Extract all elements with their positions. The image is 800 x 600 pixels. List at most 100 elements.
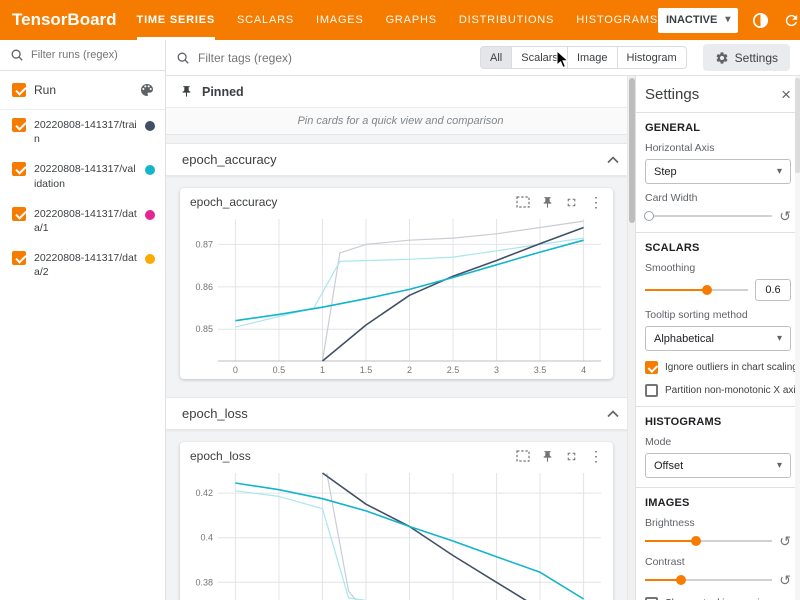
app-logo[interactable]: TensorBoard xyxy=(12,10,117,30)
runs-sidebar: Run 20220808-141317/train 20220808-14131… xyxy=(0,40,166,600)
collapse-section-icon[interactable] xyxy=(607,156,619,164)
run-checkbox[interactable] xyxy=(12,162,26,176)
card-width-label: Card Width xyxy=(645,192,791,204)
search-icon xyxy=(176,51,190,65)
scalar-card-epoch-accuracy: epoch_accuracy ⋮ 00.511.522.533.540.850.… xyxy=(180,188,613,379)
run-color-dot[interactable] xyxy=(145,254,155,264)
svg-text:2.5: 2.5 xyxy=(447,365,460,375)
filter-image-button[interactable]: Image xyxy=(567,46,618,69)
scrollbar[interactable] xyxy=(627,76,635,600)
select-all-runs-checkbox[interactable] xyxy=(12,83,26,97)
scrollbar[interactable] xyxy=(795,76,800,600)
horizontal-axis-select[interactable]: Step ▾ xyxy=(645,159,791,184)
ignore-outliers-checkbox[interactable] xyxy=(645,361,658,374)
status-dropdown[interactable]: INACTIVE ▾ xyxy=(658,8,738,33)
tab-time-series[interactable]: TIME SERIES xyxy=(137,0,215,40)
divider xyxy=(636,487,800,488)
svg-text:0.87: 0.87 xyxy=(195,239,213,249)
search-icon xyxy=(10,48,24,62)
fit-to-data-icon[interactable] xyxy=(516,196,530,208)
filter-scalars-button[interactable]: Scalars xyxy=(511,46,568,69)
run-checkbox[interactable] xyxy=(12,118,26,132)
pinned-section-header: Pinned xyxy=(166,76,635,108)
fullscreen-icon[interactable] xyxy=(565,196,578,209)
run-color-dot[interactable] xyxy=(145,165,155,175)
settings-button[interactable]: Settings xyxy=(703,44,790,71)
tooltip-sorting-label: Tooltip sorting method xyxy=(645,309,791,321)
run-checkbox[interactable] xyxy=(12,251,26,265)
epoch-loss-chart[interactable]: 00.511.522.533.540.360.380.40.42 xyxy=(182,465,611,600)
runs-column-header: Run xyxy=(34,83,131,97)
section-title: epoch_accuracy xyxy=(182,152,277,167)
run-row[interactable]: 20220808-141317/validation xyxy=(0,154,165,198)
run-checkbox[interactable] xyxy=(12,207,26,221)
scalar-card-epoch-loss: epoch_loss ⋮ 00.511.522.533.540.360.380.… xyxy=(180,442,613,600)
run-row[interactable]: 20220808-141317/data/1 xyxy=(0,199,165,243)
run-color-dot[interactable] xyxy=(145,121,155,131)
section-header-epoch-loss[interactable]: epoch_loss xyxy=(166,397,635,430)
run-label: 20220808-141317/validation xyxy=(34,162,137,190)
palette-icon[interactable] xyxy=(139,82,155,98)
card-header: epoch_accuracy ⋮ xyxy=(180,188,613,211)
histogram-mode-select[interactable]: Offset ▾ xyxy=(645,453,791,478)
pin-card-icon[interactable] xyxy=(541,450,554,463)
run-color-dot[interactable] xyxy=(145,210,155,220)
scrollbar-thumb[interactable] xyxy=(795,78,800,173)
card-title: epoch_loss xyxy=(190,449,508,463)
tag-type-filter-group: All Scalars Image Histogram xyxy=(480,46,687,69)
more-options-icon[interactable]: ⋮ xyxy=(589,195,603,209)
svg-text:3: 3 xyxy=(494,365,499,375)
partition-x-axis-checkbox[interactable] xyxy=(645,384,658,397)
status-value: INACTIVE xyxy=(666,14,717,26)
smoothing-slider[interactable] xyxy=(645,283,748,297)
filter-all-button[interactable]: All xyxy=(480,46,512,69)
filter-tags-input[interactable] xyxy=(198,51,408,65)
app-header: TensorBoard TIME SERIES SCALARS IMAGES G… xyxy=(0,0,800,40)
filter-histogram-button[interactable]: Histogram xyxy=(617,46,687,69)
svg-text:4: 4 xyxy=(581,365,586,375)
run-label: 20220808-141317/train xyxy=(34,118,137,146)
collapse-section-icon[interactable] xyxy=(607,410,619,418)
horizontal-axis-label: Horizontal Axis xyxy=(645,142,791,154)
brightness-slider[interactable] xyxy=(645,534,772,548)
section-header-epoch-accuracy[interactable]: epoch_accuracy xyxy=(166,143,635,176)
smoothing-label: Smoothing xyxy=(645,262,791,274)
histogram-mode-label: Mode xyxy=(645,436,791,448)
card-width-reset-icon[interactable]: ↺ xyxy=(779,209,791,223)
epoch-accuracy-chart[interactable]: 00.511.522.533.540.850.860.87 xyxy=(182,211,611,379)
tab-distributions[interactable]: DISTRIBUTIONS xyxy=(459,0,554,40)
tab-images[interactable]: IMAGES xyxy=(316,0,364,40)
smoothing-value-input[interactable] xyxy=(755,279,791,301)
theme-toggle-icon[interactable] xyxy=(752,12,769,29)
runs-header-row: Run xyxy=(0,71,165,110)
more-options-icon[interactable]: ⋮ xyxy=(589,449,603,463)
tab-graphs[interactable]: GRAPHS xyxy=(386,0,437,40)
brightness-label: Brightness xyxy=(645,517,791,529)
refresh-icon[interactable] xyxy=(783,12,800,29)
fullscreen-icon[interactable] xyxy=(565,450,578,463)
contrast-slider[interactable] xyxy=(645,573,772,587)
gear-icon xyxy=(715,51,729,65)
close-icon[interactable]: × xyxy=(781,86,791,103)
run-row[interactable]: 20220808-141317/data/2 xyxy=(0,243,165,287)
settings-section-histograms: HISTOGRAMS xyxy=(645,416,791,428)
tab-scalars[interactable]: SCALARS xyxy=(237,0,294,40)
pin-card-icon[interactable] xyxy=(541,196,554,209)
svg-text:0.5: 0.5 xyxy=(273,365,286,375)
run-row[interactable]: 20220808-141317/train xyxy=(0,110,165,154)
dropdown-caret-icon: ▾ xyxy=(777,461,782,471)
card-area: epoch_accuracy ⋮ 00.511.522.533.540.850.… xyxy=(166,176,635,389)
svg-text:1: 1 xyxy=(320,365,325,375)
fit-to-data-icon[interactable] xyxy=(516,450,530,462)
tags-filter xyxy=(176,51,472,65)
contrast-reset-icon[interactable]: ↺ xyxy=(779,573,791,587)
divider xyxy=(636,112,800,113)
filter-runs-input[interactable] xyxy=(31,49,143,61)
settings-button-label: Settings xyxy=(735,51,778,65)
svg-text:0.4: 0.4 xyxy=(200,533,213,543)
tooltip-sorting-select[interactable]: Alphabetical ▾ xyxy=(645,326,791,351)
brightness-reset-icon[interactable]: ↺ xyxy=(779,534,791,548)
pinned-title: Pinned xyxy=(202,85,244,99)
card-width-slider[interactable] xyxy=(645,209,772,223)
tab-histograms[interactable]: HISTOGRAMS xyxy=(576,0,658,40)
